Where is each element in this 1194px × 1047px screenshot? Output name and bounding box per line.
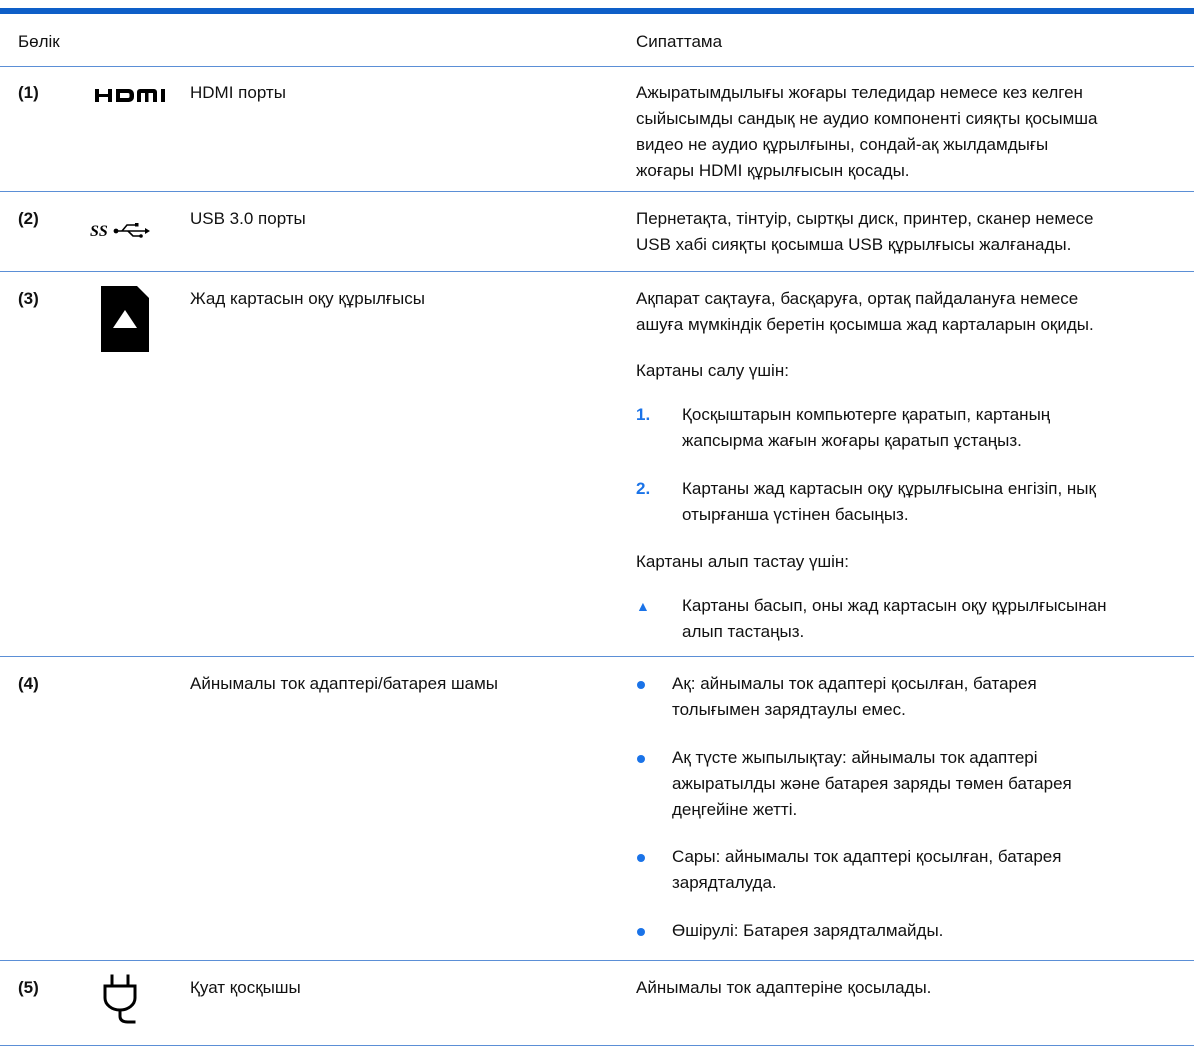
row-number: (4) [18, 674, 39, 693]
hdmi-icon [95, 87, 183, 108]
row-number: (3) [18, 289, 39, 308]
step-number: 1. [636, 405, 651, 424]
remove-heading: Картаны алып тастау үшін: [636, 552, 849, 571]
row-divider [0, 656, 1194, 657]
step-text: Қосқыштарын компьютерге қаратып, картаны… [682, 405, 1051, 450]
bullet-text: Сары: айнымалы ток адаптері қосылған, ба… [672, 847, 1062, 892]
triangle-marker-icon: ▲ [636, 598, 650, 614]
row-name: USB 3.0 порты [190, 209, 306, 228]
power-plug-icon [103, 974, 137, 1037]
row-name: Айнымалы ток адаптері/батарея шамы [190, 674, 499, 693]
bullet-icon [637, 928, 645, 936]
memory-card-icon [101, 286, 149, 357]
row-divider [0, 191, 1194, 192]
row-description: Пернетақта, тінтуір, сыртқы диск, принте… [636, 209, 1094, 254]
row-number: (1) [18, 83, 39, 102]
header-description: Сипаттама [636, 32, 723, 51]
bullet-text: Өшірулі: Батарея зарядталмайды. [672, 921, 944, 940]
row-divider [0, 271, 1194, 272]
step-text: Картаны жад картасын оқу құрылғысына енг… [682, 479, 1096, 524]
bullet-icon [637, 681, 645, 689]
row-description: Айнымалы ток адаптеріне қосылады. [636, 978, 932, 997]
row-divider [0, 66, 1194, 67]
bullet-text: Ақ түсте жыпылықтау: айнымалы ток адапте… [672, 748, 1072, 819]
row-divider [0, 960, 1194, 961]
bullet-text: Ақ: айнымалы ток адаптері қосылған, бата… [672, 674, 1037, 719]
row-description: Ажыратымдылығы жоғары теледидар немесе к… [636, 83, 1098, 180]
header-part: Бөлік [18, 32, 60, 51]
row-name: HDMI порты [190, 83, 286, 102]
row-description: Ақпарат сақтауға, басқаруға, ортақ пайда… [636, 289, 1094, 334]
remove-step-text: Картаны басып, оны жад картасын оқу құры… [682, 596, 1107, 641]
bullet-icon [637, 854, 645, 862]
row-number: (2) [18, 209, 39, 228]
usb-superspeed-icon: SS [90, 220, 152, 245]
table-top-rule [0, 8, 1194, 14]
svg-text:SS: SS [90, 223, 108, 240]
insert-heading: Картаны салу үшін: [636, 361, 789, 380]
row-divider [0, 1045, 1194, 1046]
row-name: Қуат қосқышы [190, 978, 301, 997]
step-number: 2. [636, 479, 651, 498]
bullet-icon [637, 755, 645, 763]
row-number: (5) [18, 978, 39, 997]
row-name: Жад картасын оқу құрылғысы [190, 289, 425, 308]
